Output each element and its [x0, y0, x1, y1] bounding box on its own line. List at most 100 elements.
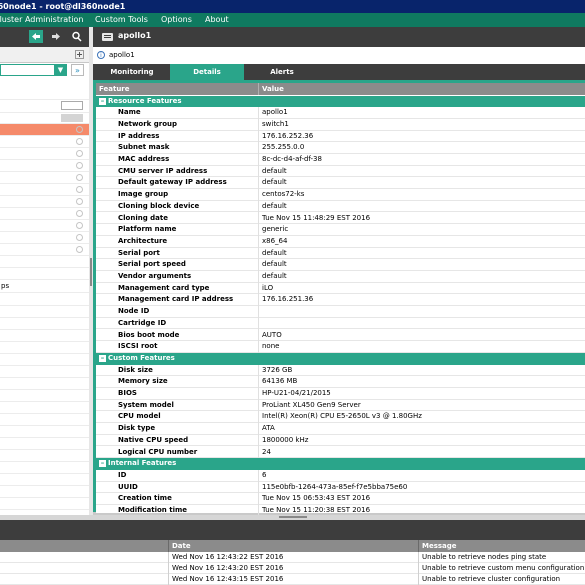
table-row[interactable]: Default gateway IP address default — [96, 177, 585, 190]
collapse-section-icon[interactable]: – — [99, 97, 106, 105]
table-row[interactable]: ISCSI root none — [96, 341, 585, 354]
menu-options[interactable]: Options — [161, 13, 192, 27]
tree-row[interactable] — [0, 474, 89, 486]
tree-row[interactable] — [0, 342, 89, 354]
tab-monitoring[interactable]: Monitoring — [96, 64, 168, 80]
tree-row[interactable] — [0, 366, 89, 378]
menu-cluster-administration[interactable]: Cluster Administration — [0, 13, 83, 27]
log-column-date[interactable]: Date — [168, 540, 418, 552]
splitter-grip[interactable] — [90, 258, 92, 286]
collapse-section-icon[interactable]: – — [99, 460, 106, 468]
feature-value: default — [262, 260, 287, 269]
tree-row[interactable] — [0, 184, 89, 196]
table-row[interactable]: System model ProLiant XL450 Gen9 Server — [96, 399, 585, 412]
status-circle-icon — [76, 246, 83, 253]
tree-row[interactable] — [0, 462, 89, 474]
tab-alerts[interactable]: Alerts — [246, 64, 318, 80]
menu-about[interactable]: About — [205, 13, 229, 27]
table-row[interactable]: Logical CPU number 24 — [96, 446, 585, 459]
table-row[interactable]: Native CPU speed 1800000 kHz — [96, 434, 585, 447]
table-row[interactable]: IP address 176.16.252.36 — [96, 130, 585, 143]
section-internal-features[interactable]: – Internal Features — [96, 458, 585, 470]
table-row[interactable]: Subnet mask 255.255.0.0 — [96, 142, 585, 155]
tree-row[interactable] — [0, 160, 89, 172]
table-row[interactable]: BIOS HP-U21-04/21/2015 — [96, 388, 585, 400]
table-row[interactable]: Architecture x86_64 — [96, 235, 585, 248]
table-row[interactable]: Cloning block device default — [96, 200, 585, 213]
table-row[interactable]: Platform name generic — [96, 224, 585, 237]
table-row[interactable]: Management card IP address 176.16.251.36 — [96, 294, 585, 307]
tree-row[interactable] — [0, 354, 89, 366]
log-row[interactable]: Wed Nov 16 12:43:15 EST 2016 Unable to re… — [0, 574, 585, 585]
tree-row[interactable] — [0, 220, 89, 232]
tree-row[interactable] — [0, 426, 89, 438]
back-arrow-icon[interactable] — [29, 30, 43, 43]
menu-custom-tools[interactable]: Custom Tools — [95, 13, 148, 27]
log-row[interactable]: Wed Nov 16 12:43:22 EST 2016 Unable to re… — [0, 552, 585, 563]
tree-row[interactable] — [0, 88, 89, 100]
tree-row[interactable] — [0, 196, 89, 208]
log-column-message[interactable]: Message — [418, 540, 585, 552]
expand-all-icon[interactable] — [75, 50, 84, 59]
forward-arrow-icon[interactable] — [49, 30, 63, 43]
table-row[interactable]: Memory size 64136 MB — [96, 376, 585, 389]
collapse-icon[interactable]: » — [71, 64, 84, 76]
table-row[interactable]: Node ID — [96, 306, 585, 319]
column-header-feature[interactable]: Feature — [99, 85, 130, 93]
tree-row[interactable] — [0, 306, 89, 318]
breadcrumb-item[interactable]: apollo1 — [109, 51, 135, 59]
section-custom-features[interactable]: – Custom Features — [96, 352, 585, 365]
tree-row[interactable] — [0, 318, 89, 330]
menu-bar: Cluster Administration Custom Tools Opti… — [0, 13, 585, 27]
table-row[interactable]: Cartridge ID — [96, 317, 585, 330]
table-row[interactable]: Network group switch1 — [96, 118, 585, 131]
section-resource-features[interactable]: – Resource Features — [96, 95, 585, 108]
tree-row[interactable] — [0, 330, 89, 342]
table-row[interactable]: Image group centos72-ks — [96, 189, 585, 202]
tree-row[interactable] — [0, 294, 89, 306]
log-row[interactable]: Wed Nov 16 12:43:20 EST 2016 Unable to re… — [0, 563, 585, 574]
tree-row[interactable] — [0, 450, 89, 462]
table-row[interactable]: Bios boot mode AUTO — [96, 329, 585, 342]
tree-row[interactable] — [0, 268, 89, 280]
table-row[interactable]: UUID 115e0bfb-1264-473a-85ef-f7e5bba75e60 — [96, 481, 585, 494]
table-row[interactable]: Name apollo1 — [96, 107, 585, 120]
tree-row[interactable] — [0, 244, 89, 256]
tab-details[interactable]: Details — [170, 64, 244, 80]
table-row[interactable]: MAC address 8c-dc-d4-af-df-38 — [96, 154, 585, 166]
tree-input-box[interactable] — [61, 101, 83, 110]
table-row[interactable]: Creation time Tue Nov 15 06:53:43 EST 201… — [96, 493, 585, 506]
tree-row[interactable] — [0, 148, 89, 160]
table-row[interactable]: Serial port default — [96, 247, 585, 260]
tree-row[interactable] — [0, 124, 89, 136]
feature-label: Creation time — [118, 494, 172, 503]
table-row[interactable]: CMU server IP address default — [96, 165, 585, 178]
splitter-grip[interactable] — [279, 516, 307, 518]
table-row[interactable]: Management card type iLO — [96, 282, 585, 295]
tree-row[interactable] — [0, 256, 89, 268]
tree-row[interactable] — [0, 390, 89, 402]
tree-row[interactable] — [0, 172, 89, 184]
tree-row[interactable] — [0, 498, 89, 510]
tree-row[interactable]: ps — [0, 281, 89, 293]
tree-row[interactable] — [0, 208, 89, 220]
table-row[interactable]: Disk type ATA — [96, 423, 585, 436]
tree-row[interactable] — [0, 232, 89, 244]
table-row[interactable]: Disk size 3726 GB — [96, 364, 585, 377]
tree-row[interactable] — [0, 414, 89, 426]
tree-row[interactable] — [0, 378, 89, 390]
column-header-value[interactable]: Value — [262, 85, 284, 93]
search-icon[interactable] — [70, 30, 84, 43]
table-row[interactable]: Vendor arguments default — [96, 271, 585, 283]
table-row[interactable]: Serial port speed default — [96, 259, 585, 272]
tree-row[interactable] — [0, 402, 89, 414]
collapse-section-icon[interactable]: – — [99, 354, 106, 362]
tree-row[interactable] — [0, 486, 89, 498]
table-row[interactable]: Cloning date Tue Nov 15 11:48:29 EST 2016 — [96, 212, 585, 225]
tree-row[interactable] — [0, 136, 89, 148]
table-row[interactable]: ID 6 — [96, 469, 585, 482]
log-message: Unable to retrieve nodes ping state — [422, 553, 547, 561]
table-row[interactable]: CPU model Intel(R) Xeon(R) CPU E5-2650L v… — [96, 411, 585, 424]
chevron-down-icon[interactable]: ▼ — [54, 64, 67, 76]
tree-row[interactable] — [0, 438, 89, 450]
